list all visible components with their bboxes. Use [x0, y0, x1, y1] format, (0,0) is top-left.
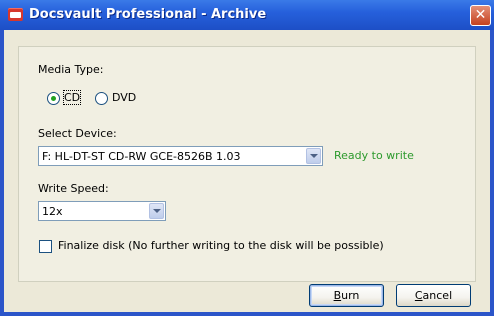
device-select-value: F: HL-DT-ST CD-RW GCE-8526B 1.03	[42, 150, 241, 163]
radio-cd[interactable]	[47, 92, 60, 105]
burn-button[interactable]: Burn	[309, 284, 384, 307]
write-speed-label: Write Speed:	[38, 182, 109, 195]
device-status: Ready to write	[334, 149, 414, 162]
title-bar[interactable]: Docsvault Professional - Archive ✕	[0, 0, 494, 30]
window-title: Docsvault Professional - Archive	[29, 7, 267, 22]
device-select[interactable]: F: HL-DT-ST CD-RW GCE-8526B 1.03	[38, 146, 323, 166]
cancel-button[interactable]: Cancel	[396, 284, 471, 307]
chevron-down-icon[interactable]	[306, 148, 321, 164]
radio-dvd[interactable]	[95, 92, 108, 105]
close-button[interactable]: ✕	[470, 5, 491, 26]
folder-app-icon	[8, 8, 23, 21]
finalize-checkbox[interactable]	[39, 240, 52, 253]
write-speed-value: 12x	[42, 205, 63, 218]
cancel-mnemonic: C	[414, 289, 423, 302]
write-speed-select[interactable]: 12x	[38, 201, 166, 221]
burn-mnemonic: B	[333, 289, 342, 302]
chevron-down-icon[interactable]	[149, 203, 164, 219]
finalize-label[interactable]: Finalize disk (No further writing to the…	[58, 239, 384, 252]
dialog-window: Docsvault Professional - Archive ✕ Media…	[0, 0, 494, 316]
radio-dvd-label[interactable]: DVD	[112, 91, 136, 104]
burn-label: urn	[341, 289, 360, 302]
radio-cd-label[interactable]: CD	[62, 90, 82, 105]
dialog-body: Media Type: CD DVD Select Device: F: HL-…	[4, 30, 490, 312]
media-type-label: Media Type:	[38, 63, 104, 76]
select-device-label: Select Device:	[38, 127, 117, 140]
cancel-label: ancel	[422, 289, 453, 302]
radio-selected-dot	[51, 96, 56, 101]
options-panel: Media Type: CD DVD Select Device: F: HL-…	[18, 46, 476, 282]
close-icon: ✕	[474, 7, 487, 23]
